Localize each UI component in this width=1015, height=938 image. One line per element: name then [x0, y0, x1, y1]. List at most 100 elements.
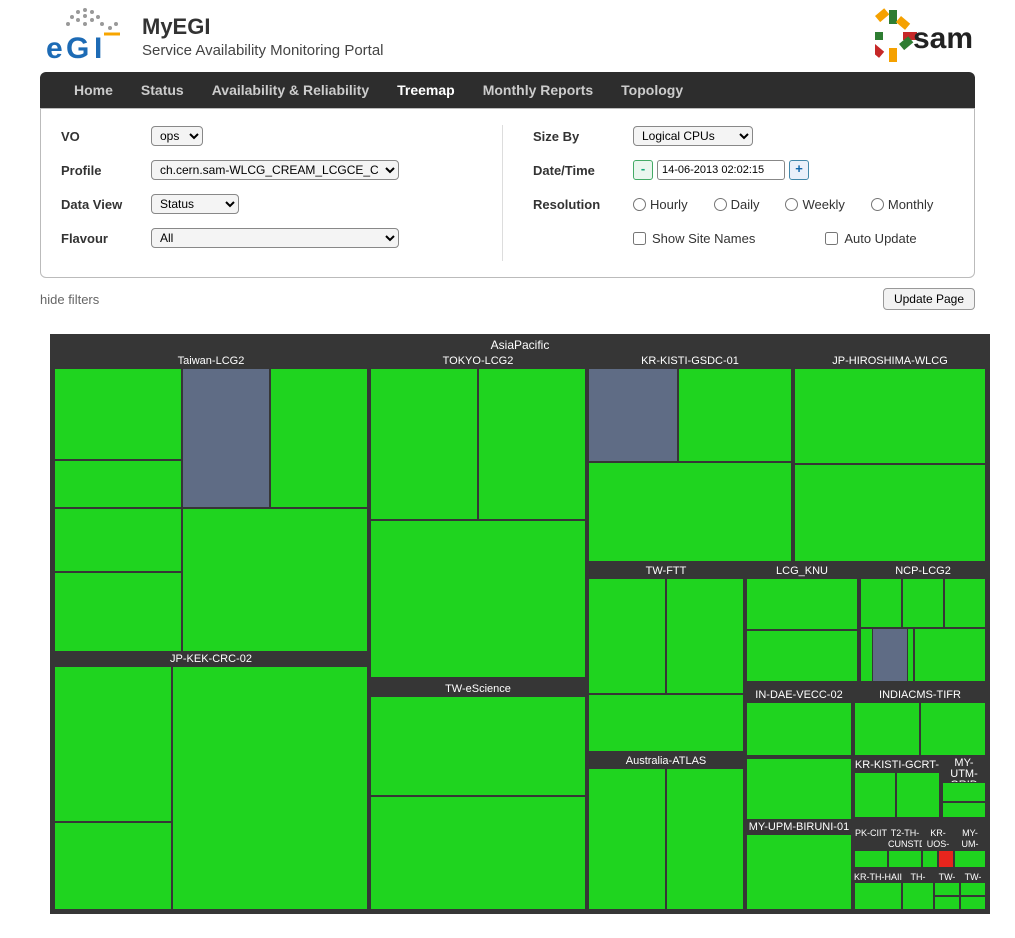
treemap-cell[interactable]: [54, 460, 182, 508]
sizeby-label: Size By: [533, 129, 633, 144]
nav-availability[interactable]: Availability & Reliability: [198, 72, 383, 108]
site-jp-hiroshima-wlcg[interactable]: JP-HIROSHIMA-WLCG: [794, 354, 986, 368]
treemap-cell[interactable]: [942, 802, 986, 818]
treemap-cell[interactable]: [942, 782, 986, 802]
datetime-prev-button[interactable]: -: [633, 160, 653, 180]
site-t2-th-cunstda[interactable]: T2-TH-CUNSTDA: [888, 828, 922, 850]
treemap-cell[interactable]: [794, 368, 986, 464]
site-kr-th-haii[interactable]: KR-TH-HAII: [854, 870, 902, 882]
treemap-cell[interactable]: [914, 628, 986, 682]
treemap-cell[interactable]: [478, 368, 586, 520]
site-ncp-lcg2[interactable]: NCP-LCG2: [860, 564, 986, 578]
resolution-daily-radio[interactable]: [714, 198, 727, 211]
treemap-cell[interactable]: [794, 464, 986, 562]
treemap-cell[interactable]: [944, 578, 986, 628]
treemap-cell[interactable]: [370, 520, 586, 678]
treemap-cell[interactable]: [588, 462, 792, 562]
datetime-next-button[interactable]: +: [789, 160, 809, 180]
nav-home[interactable]: Home: [60, 72, 127, 108]
treemap-cell[interactable]: [854, 882, 902, 910]
nav-status[interactable]: Status: [127, 72, 198, 108]
profile-select[interactable]: ch.cern.sam-WLCG_CREAM_LCGCE_CRITI: [151, 160, 399, 180]
treemap-cell[interactable]: [854, 702, 920, 756]
sizeby-select[interactable]: Logical CPUs: [633, 126, 753, 146]
treemap-cell[interactable]: [54, 508, 182, 572]
dataview-select[interactable]: Status: [151, 194, 239, 214]
flavour-select[interactable]: All: [151, 228, 399, 248]
treemap-cell[interactable]: [182, 368, 270, 508]
treemap-cell[interactable]: [854, 772, 896, 818]
auto-update-checkbox[interactable]: [825, 232, 838, 245]
treemap-cell[interactable]: [270, 368, 368, 508]
treemap-cell[interactable]: [588, 578, 666, 694]
nav-monthly-reports[interactable]: Monthly Reports: [469, 72, 607, 108]
treemap-cell[interactable]: [902, 882, 934, 910]
treemap-cell[interactable]: [860, 578, 902, 628]
hide-filters-link[interactable]: hide filters: [40, 292, 99, 307]
site-indiacms-tifr[interactable]: INDIACMS-TIFR: [854, 688, 986, 702]
treemap-cell[interactable]: [934, 882, 960, 896]
treemap-container: AsiaPacific Taiwan-LCG2 JP-KEK-CRC-02 TO…: [50, 334, 990, 914]
treemap-cell[interactable]: [746, 702, 852, 756]
site-my-upm-biruni-01[interactable]: MY-UPM-BIRUNI-01: [746, 820, 852, 834]
site-lcg-knu[interactable]: LCG_KNU: [746, 564, 858, 578]
nav-treemap[interactable]: Treemap: [383, 72, 469, 108]
resolution-weekly-radio[interactable]: [785, 198, 798, 211]
site-th-knu[interactable]: TH-KNU: [902, 870, 934, 882]
treemap-cell[interactable]: [854, 850, 888, 868]
treemap-cell[interactable]: [172, 666, 368, 910]
site-tokyo-lcg2[interactable]: TOKYO-LCG2: [370, 354, 586, 368]
vo-select[interactable]: ops: [151, 126, 203, 146]
site-kr-kisti-gcrt-01[interactable]: KR-KISTI-GCRT-01: [854, 758, 940, 772]
treemap-cell[interactable]: [872, 628, 908, 682]
treemap-cell[interactable]: [954, 850, 986, 868]
site-kr-kisti-gsdc-01[interactable]: KR-KISTI-GSDC-01: [588, 354, 792, 368]
site-tw-escience[interactable]: TW-eScience: [370, 682, 586, 696]
treemap-cell[interactable]: [922, 850, 938, 868]
resolution-hourly-radio[interactable]: [633, 198, 646, 211]
treemap-cell[interactable]: [902, 578, 944, 628]
treemap-cell[interactable]: [960, 896, 986, 910]
treemap-cell[interactable]: [934, 896, 960, 910]
treemap-cell[interactable]: [588, 368, 678, 462]
treemap-cell[interactable]: [746, 834, 852, 910]
update-page-button[interactable]: Update Page: [883, 288, 975, 310]
treemap-cell[interactable]: [370, 368, 478, 520]
treemap-cell[interactable]: [960, 882, 986, 896]
site-australia-atlas[interactable]: Australia-ATLAS: [588, 754, 744, 768]
resolution-monthly-radio[interactable]: [871, 198, 884, 211]
site-pk-ciit[interactable]: PK-CIIT: [854, 828, 888, 850]
treemap-cell[interactable]: [938, 850, 954, 868]
datetime-input[interactable]: [657, 160, 785, 180]
show-site-names-checkbox[interactable]: [633, 232, 646, 245]
treemap-cell[interactable]: [588, 768, 666, 910]
treemap-root-label[interactable]: AsiaPacific: [54, 338, 986, 352]
treemap-cell[interactable]: [746, 578, 858, 630]
site-in-dae-vecc-02[interactable]: IN-DAE-VECC-02: [746, 688, 852, 702]
site-taiwan-lcg2[interactable]: Taiwan-LCG2: [54, 354, 368, 368]
treemap-cell[interactable]: [666, 768, 744, 910]
treemap-cell[interactable]: [920, 702, 986, 756]
treemap-cell[interactable]: [896, 772, 940, 818]
nav-topology[interactable]: Topology: [607, 72, 697, 108]
site-tw-ftt[interactable]: TW-FTT: [588, 564, 744, 578]
treemap-cell[interactable]: [588, 694, 744, 752]
treemap-cell[interactable]: [678, 368, 792, 462]
treemap-cell[interactable]: [746, 758, 852, 820]
site-tw-vn[interactable]: TW-VN: [960, 870, 986, 882]
treemap-cell[interactable]: [54, 822, 172, 910]
site-tw-hk[interactable]: TW-HK: [934, 870, 960, 882]
treemap-cell[interactable]: [746, 630, 858, 682]
treemap-cell[interactable]: [370, 696, 586, 796]
treemap-cell[interactable]: [54, 368, 182, 460]
treemap-cell[interactable]: [370, 796, 586, 910]
site-kr-uos-sscc[interactable]: KR-UOS-SSCC: [922, 828, 954, 850]
treemap-cell[interactable]: [54, 666, 172, 822]
treemap-cell[interactable]: [666, 578, 744, 694]
site-my-um-cryst[interactable]: MY-UM-CRYST: [954, 828, 986, 850]
treemap-cell[interactable]: [182, 508, 368, 652]
treemap-cell[interactable]: [54, 572, 182, 652]
treemap-cell[interactable]: [888, 850, 922, 868]
site-my-utm-grid[interactable]: MY-UTM-GRID: [942, 758, 986, 782]
site-jp-kek-crc-02[interactable]: JP-KEK-CRC-02: [54, 652, 368, 666]
